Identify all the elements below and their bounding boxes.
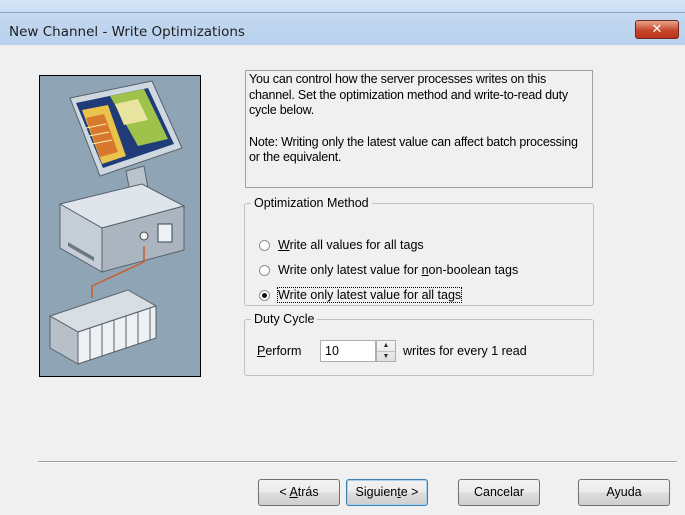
info-note: Note: Writing only the latest value can … [249,134,578,165]
close-button[interactable]: ✕ [635,20,679,39]
help-button-label: Ayuda [606,485,642,499]
back-button-label: < Atrás [279,485,319,499]
next-button-label: Siguiente > [355,485,419,499]
info-text: You can control how the server processes… [249,72,568,117]
close-icon: ✕ [651,22,663,37]
writes-per-read-spinner[interactable]: ▲ ▼ [376,340,396,362]
perform-label: Perform [257,344,302,358]
optimization-method-group: Optimization Method Write all values for… [244,196,594,306]
radio-button[interactable] [259,264,270,276]
title-bar[interactable]: New Channel - Write Optimizations ✕ [0,0,685,45]
writes-per-read-value: 10 [325,344,339,358]
writes-per-read-input[interactable]: 10 [320,340,376,362]
radio-label: Write only latest value for all tags [276,287,463,303]
button-separator [38,461,677,463]
optimization-method-legend: Optimization Method [254,196,369,210]
radio-button[interactable] [259,239,270,251]
computer-plc-illustration [39,75,201,377]
radio-write-all-values[interactable]: Write all values for all tags [259,238,424,252]
cancel-button[interactable]: Cancelar [458,479,540,506]
radio-write-latest-all[interactable]: Write only latest value for all tags [259,287,463,303]
back-button[interactable]: < Atrás [258,479,340,506]
spin-down-icon[interactable]: ▼ [377,351,395,362]
radio-label: Write all values for all tags [278,238,424,252]
cancel-button-label: Cancelar [473,485,525,499]
illustration-svg [48,80,186,365]
duty-cycle-legend: Duty Cycle [254,312,315,326]
spin-up-icon[interactable]: ▲ [377,341,395,351]
info-textbox: You can control how the server processes… [245,70,593,188]
help-button[interactable]: Ayuda [578,479,670,506]
next-button[interactable]: Siguiente > [346,479,428,506]
radio-button-selected[interactable] [259,289,270,301]
radio-label: Write only latest value for non-boolean … [278,263,519,277]
title-bar-edge [0,12,685,13]
writes-suffix-label: writes for every 1 read [403,344,527,358]
window-title: New Channel - Write Optimizations [9,24,245,40]
radio-write-latest-nonboolean[interactable]: Write only latest value for non-boolean … [259,263,518,277]
